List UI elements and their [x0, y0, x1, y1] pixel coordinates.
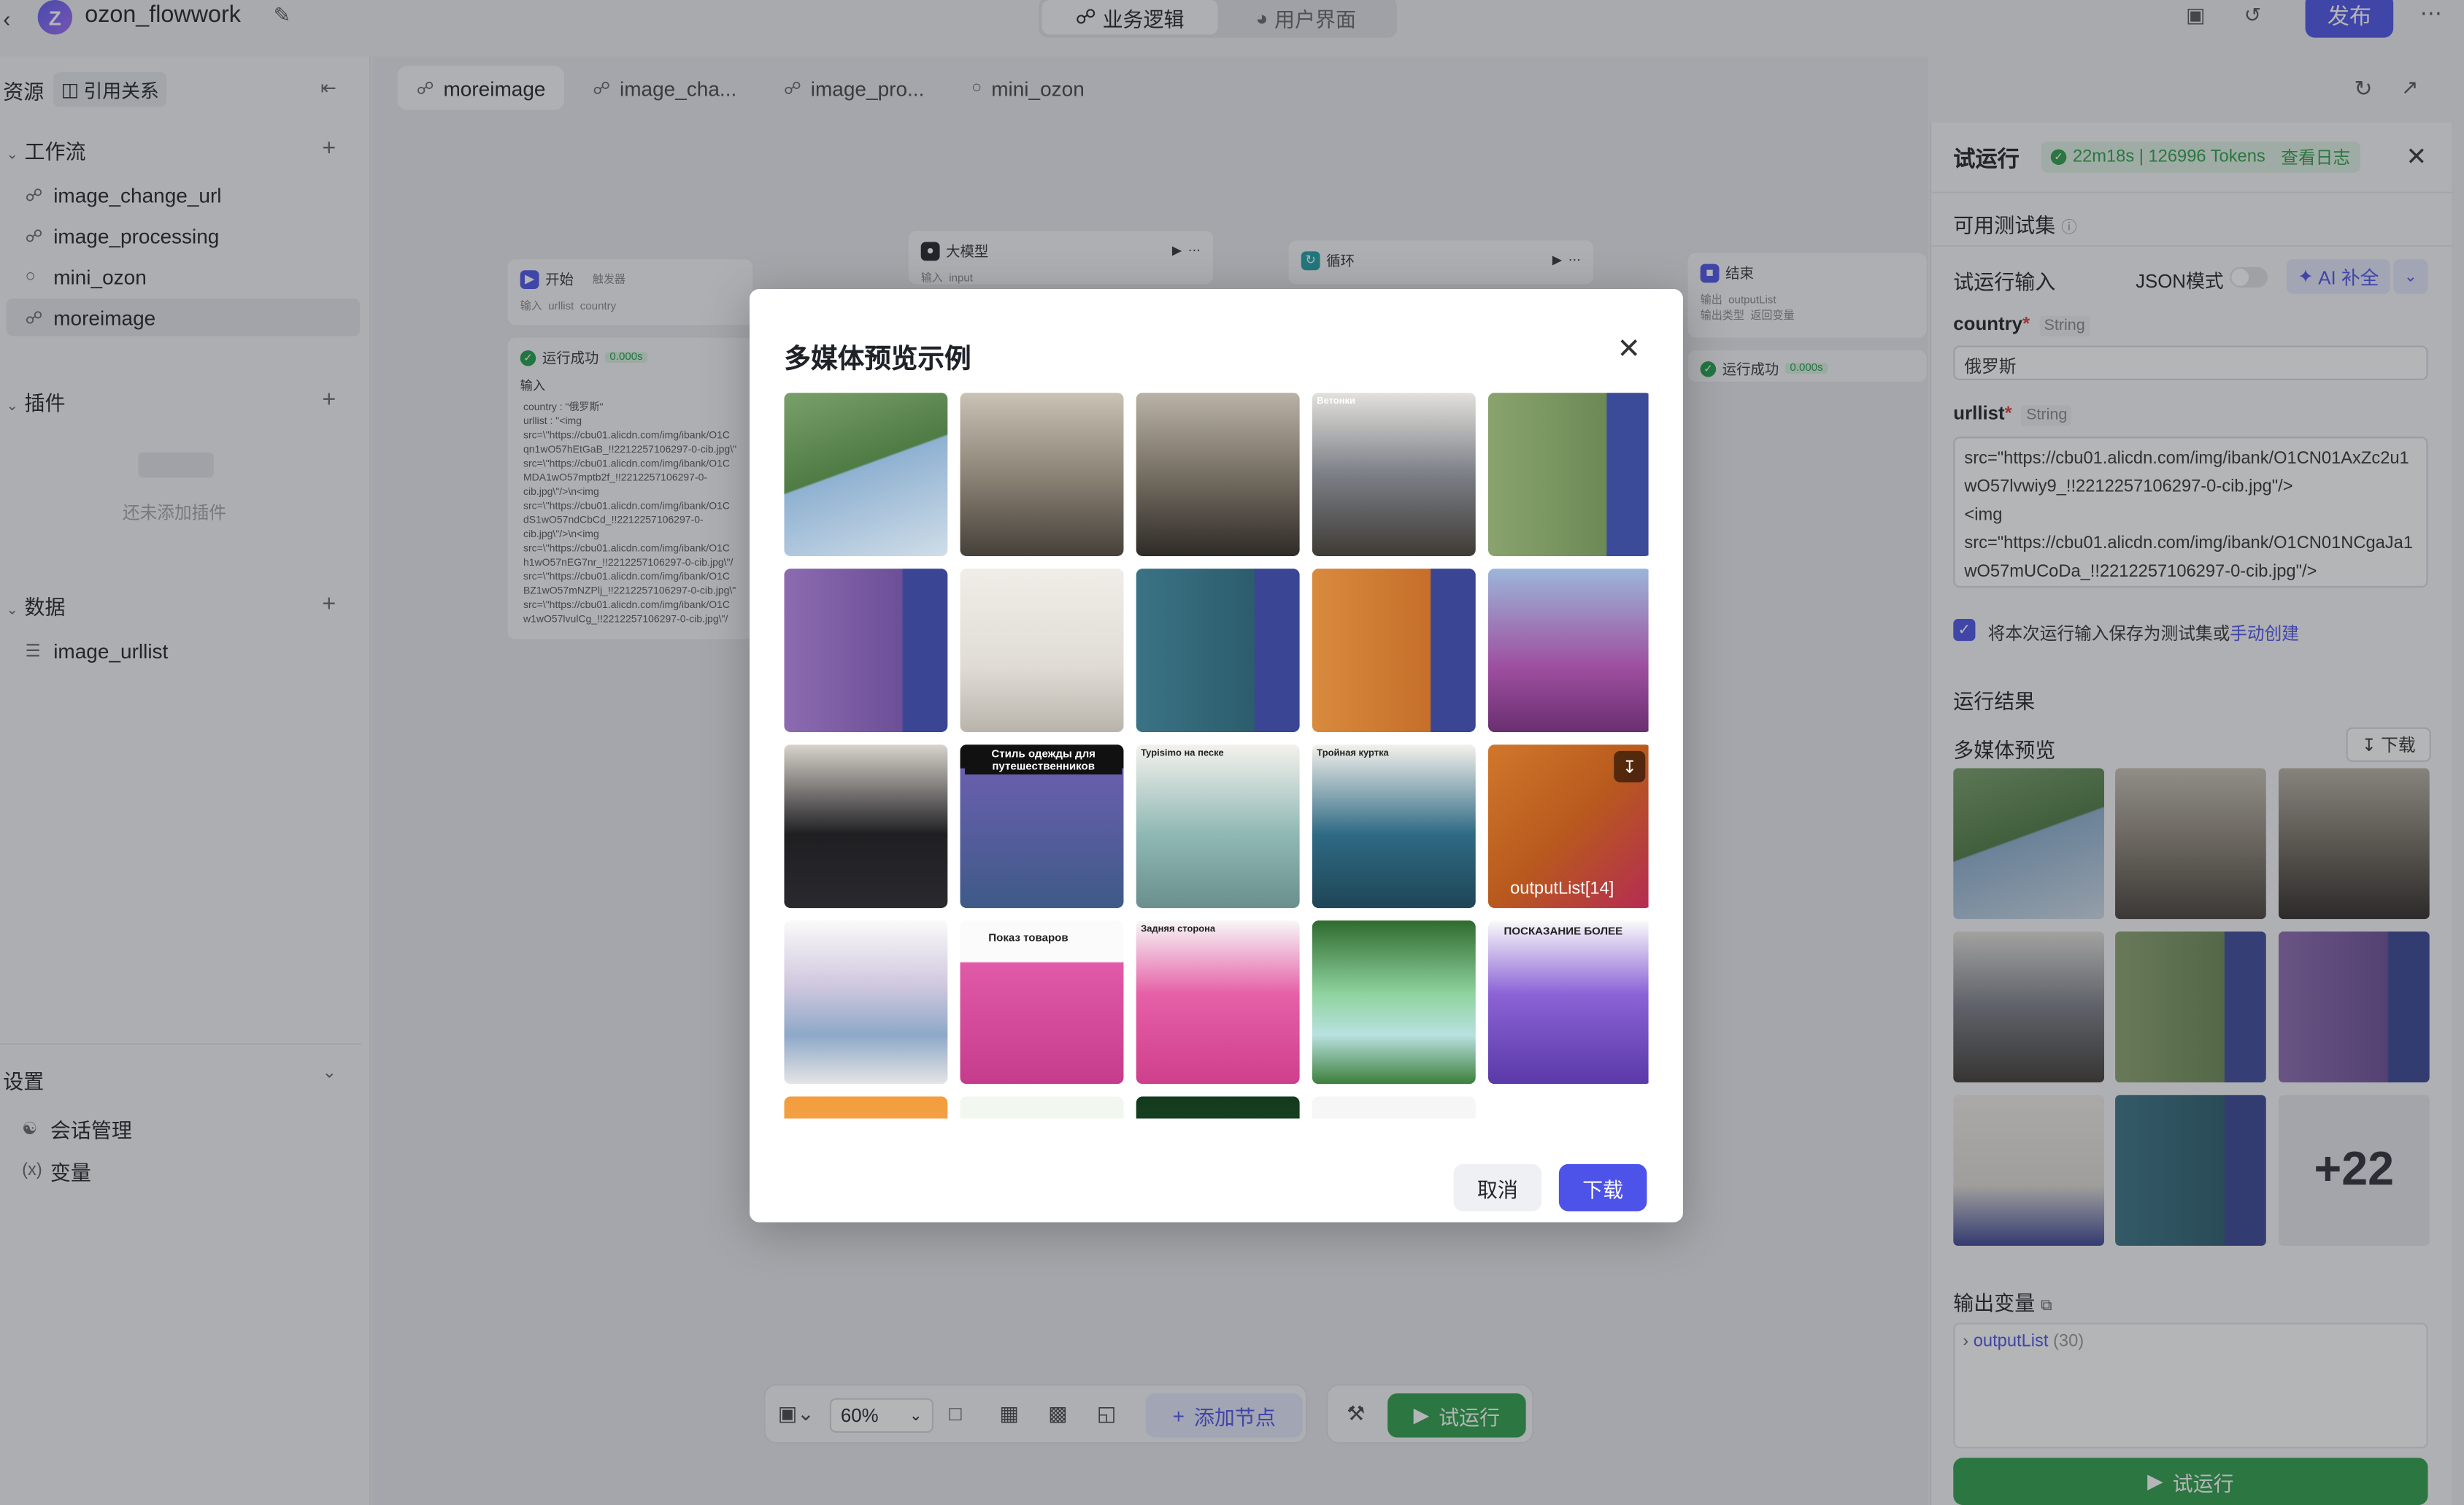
- image-cell[interactable]: [784, 744, 948, 909]
- image-cell[interactable]: Стиль одежды для путешественников: [960, 744, 1124, 909]
- image-cell[interactable]: [1312, 569, 1476, 733]
- image-cell[interactable]: Тройная куртка: [1312, 744, 1476, 909]
- image-cell[interactable]: [1312, 1096, 1476, 1119]
- image-cell[interactable]: [784, 920, 948, 1085]
- image-cell[interactable]: [784, 393, 948, 556]
- image-cell[interactable]: [1136, 569, 1300, 733]
- image-index-label: outputList[14]: [1510, 879, 1614, 899]
- download-button[interactable]: 下载: [1558, 1163, 1647, 1212]
- image-cell[interactable]: [960, 1096, 1124, 1119]
- download-icon[interactable]: ↧: [1614, 750, 1646, 782]
- image-cell[interactable]: Typisimo на песке: [1136, 744, 1300, 909]
- close-icon[interactable]: ✕: [1617, 333, 1641, 366]
- media-preview-modal: 多媒体预览示例 ✕ Ветонки Стиль одежды для путеше…: [750, 289, 1683, 1223]
- image-overlay-text: Показ товаров: [988, 933, 1069, 944]
- image-cell[interactable]: ПОСКАЗАНИЕ БОЛЕЕ: [1487, 920, 1649, 1085]
- modal-title: 多媒体预览示例: [784, 344, 971, 374]
- image-overlay-text: ПОСКАЗАНИЕ БОЛЕЕ: [1504, 926, 1623, 938]
- image-cell[interactable]: [1136, 393, 1300, 556]
- image-overlay-text: Typisimo на песке: [1141, 749, 1224, 759]
- image-cell[interactable]: [784, 1096, 948, 1119]
- image-overlay-text: Стиль одежды для путешественников: [965, 749, 1123, 775]
- image-cell[interactable]: [1312, 920, 1476, 1085]
- image-overlay-text: Ветонки: [1317, 397, 1355, 407]
- image-cell[interactable]: [1487, 569, 1649, 733]
- image-cell[interactable]: [1487, 1096, 1649, 1119]
- modal-image-grid: Ветонки Стиль одежды для путешественников…: [784, 393, 1649, 1119]
- image-cell[interactable]: [960, 569, 1124, 733]
- hovered-image-cell[interactable]: ↧ outputList[14]: [1487, 744, 1649, 909]
- cancel-button[interactable]: 取消: [1453, 1163, 1542, 1212]
- image-cell[interactable]: [1487, 393, 1649, 556]
- image-cell[interactable]: [960, 393, 1124, 556]
- image-cell[interactable]: Ветонки: [1312, 393, 1476, 556]
- image-cell[interactable]: Задняя сторона: [1136, 920, 1300, 1085]
- image-overlay-text: Тройная куртка: [1317, 749, 1389, 759]
- image-cell[interactable]: Показ товаров: [960, 920, 1124, 1085]
- image-overlay-text: Задняя сторона: [1141, 925, 1216, 935]
- image-cell[interactable]: [1136, 1096, 1300, 1119]
- image-cell[interactable]: [784, 569, 948, 733]
